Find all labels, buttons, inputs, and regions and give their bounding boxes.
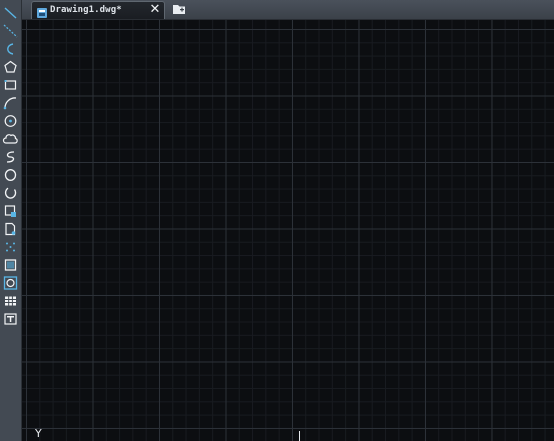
- cloud-icon[interactable]: [2, 131, 19, 147]
- ellipse-icon[interactable]: [2, 167, 19, 183]
- circle-icon[interactable]: [2, 113, 19, 129]
- hatch-icon[interactable]: [2, 257, 19, 273]
- draw-tool-palette: [0, 0, 22, 441]
- spline-icon[interactable]: [2, 149, 19, 165]
- document-tab[interactable]: Drawing1.dwg* ✕: [31, 1, 165, 19]
- rectangle-icon[interactable]: [2, 77, 19, 93]
- polygon-icon[interactable]: [2, 59, 19, 75]
- document-tab-label: Drawing1.dwg*: [50, 5, 122, 15]
- crosshair-cursor: [299, 431, 300, 441]
- new-drawing-icon[interactable]: [170, 2, 188, 17]
- insert-block-icon[interactable]: [2, 203, 19, 219]
- ellipse-arc-icon[interactable]: [2, 185, 19, 201]
- xline-icon[interactable]: [2, 23, 19, 39]
- mtext-icon[interactable]: [2, 311, 19, 327]
- document-tab-bar: Drawing1.dwg* ✕: [0, 0, 554, 20]
- region-icon[interactable]: [2, 275, 19, 291]
- table-icon[interactable]: [2, 293, 19, 309]
- arc-icon[interactable]: [2, 95, 19, 111]
- polyline-icon[interactable]: [2, 41, 19, 57]
- ucs-y-axis-label: Y: [35, 427, 42, 440]
- cad-application-window: Drawing1.dwg* ✕ Y: [0, 0, 554, 441]
- dwg-file-icon: [36, 4, 48, 18]
- point-icon[interactable]: [2, 239, 19, 255]
- line-icon[interactable]: [2, 5, 19, 21]
- make-block-icon[interactable]: [2, 221, 19, 237]
- drawing-canvas[interactable]: Y: [22, 20, 554, 441]
- close-icon[interactable]: ✕: [149, 3, 161, 17]
